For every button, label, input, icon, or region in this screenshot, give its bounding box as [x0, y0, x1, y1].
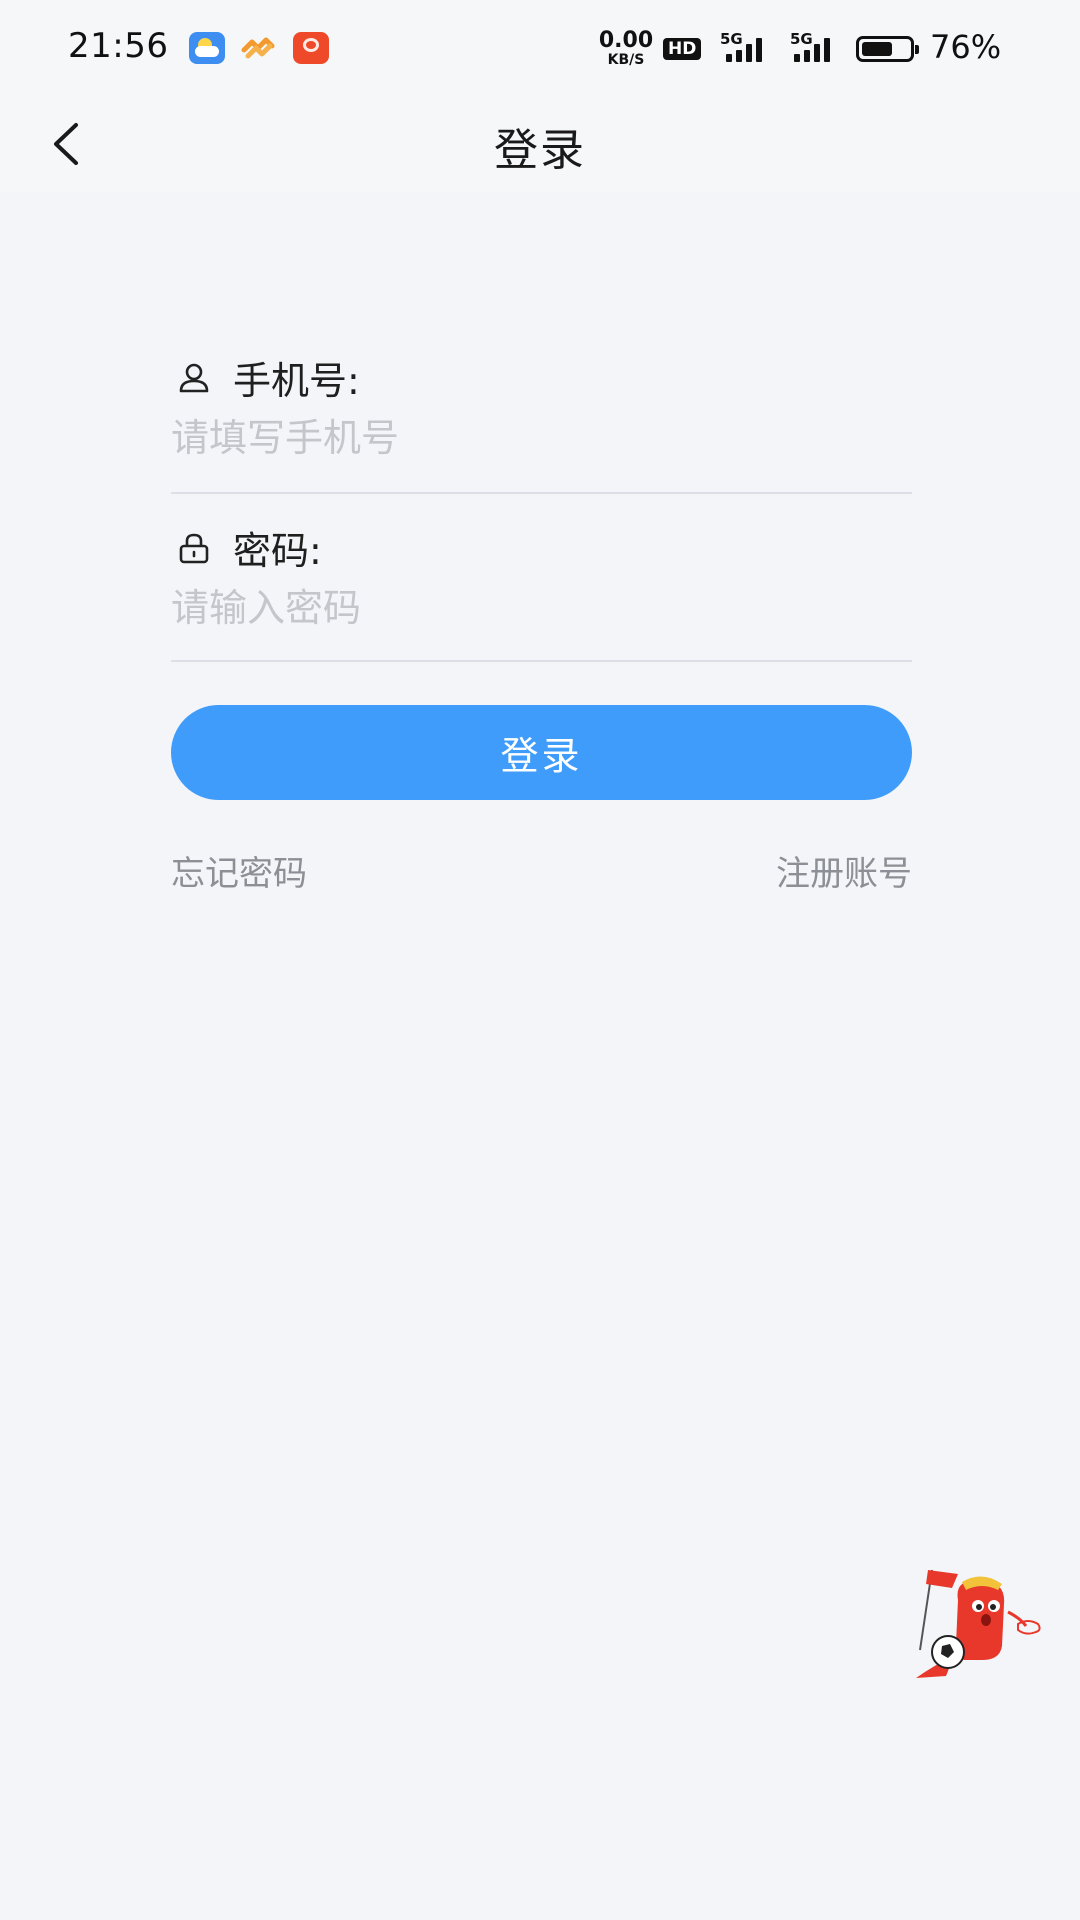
- network-speed: 0.00 KB/S: [598, 28, 654, 68]
- page-title: 登录: [494, 125, 586, 176]
- red-app-icon: [293, 32, 329, 64]
- hd-badge: HD: [663, 38, 702, 60]
- signal-2-icon: 5G: [780, 32, 836, 62]
- battery-percent: 76%: [930, 28, 1002, 66]
- password-label-row: 密码:: [177, 520, 322, 575]
- lock-icon: [177, 531, 211, 565]
- user-icon: [177, 361, 211, 395]
- status-time: 21:56: [68, 26, 169, 66]
- signal-1-label: 5G: [720, 30, 743, 48]
- signal-1-icon: 5G: [720, 32, 776, 62]
- phone-label: 手机号:: [233, 359, 360, 403]
- phone-field: 手机号:: [171, 340, 912, 494]
- mascot-floating-button[interactable]: [906, 1560, 1056, 1690]
- status-bar: 21:56 0.00 KB/S HD 5G 5G 76%: [0, 0, 1080, 96]
- login-form: 手机号: 密码:: [171, 340, 912, 662]
- forgot-password-link[interactable]: 忘记密码: [171, 846, 307, 895]
- phone-input[interactable]: [171, 410, 871, 466]
- title-bar: 登录: [0, 96, 1080, 192]
- password-field: 密码:: [171, 494, 912, 662]
- mascot-image: [916, 1569, 1041, 1678]
- phone-label-row: 手机号:: [177, 350, 360, 405]
- register-account-link[interactable]: 注册账号: [776, 846, 912, 895]
- signal-2-label: 5G: [790, 30, 813, 48]
- network-speed-value: 0.00: [598, 28, 654, 53]
- password-input[interactable]: [171, 580, 871, 636]
- health-app-icon: [240, 32, 276, 64]
- login-button[interactable]: 登录: [171, 705, 912, 800]
- battery-icon: [856, 36, 919, 62]
- battery-fill: [862, 42, 892, 56]
- weather-app-icon: [189, 32, 225, 64]
- login-screen: 21:56 0.00 KB/S HD 5G 5G 76% 登录 手机号: 请填写…: [0, 0, 1080, 1920]
- password-label: 密码:: [233, 529, 322, 573]
- network-speed-unit: KB/S: [607, 52, 645, 68]
